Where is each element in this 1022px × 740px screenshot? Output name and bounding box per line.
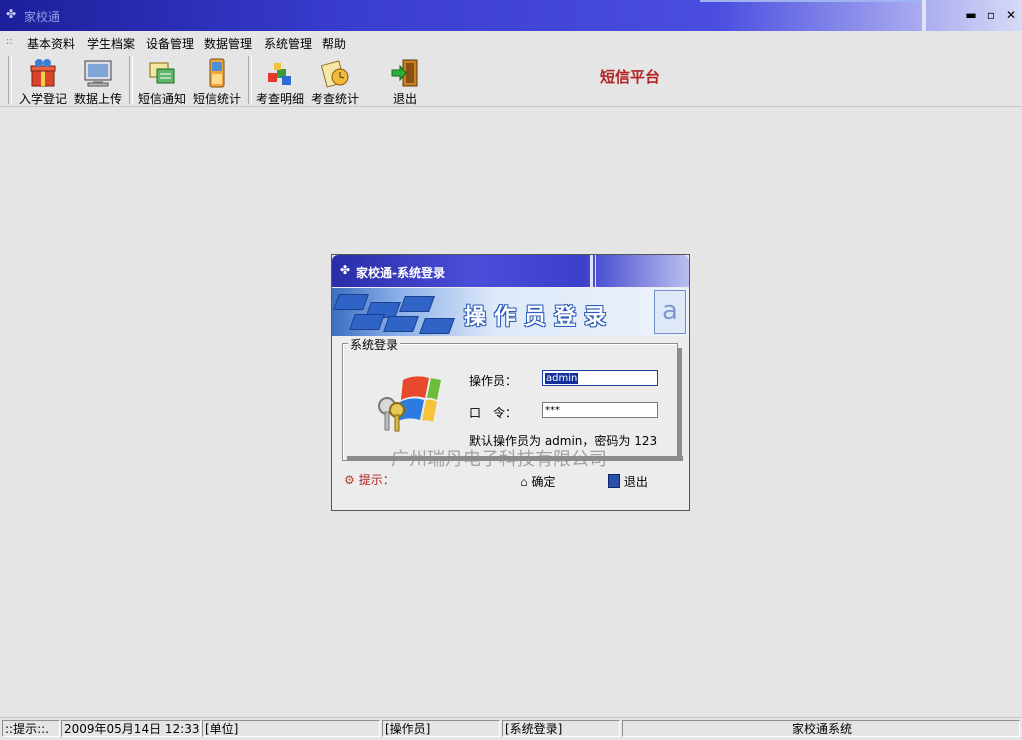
monitor-upload-icon <box>84 60 112 87</box>
menu-item-data-management[interactable]: 数据管理 <box>204 35 252 52</box>
exit-label: 退出 <box>623 475 648 489</box>
keyboard-key <box>349 314 385 330</box>
document-icon: a <box>654 290 686 334</box>
keyboard-key <box>399 296 435 312</box>
status-bar: ::提示::. 2009年05月14日 12:33:12 [单位] [操作员] … <box>0 717 1022 740</box>
check-stats-label: 考查统计 <box>310 92 359 106</box>
dialog-title-divider <box>595 255 596 287</box>
system-login-group: 系统登录 广州瑞丹电子科技有限公司 操作员： admin 口 令： *** 默认… <box>342 336 683 470</box>
menu-item-student-records[interactable]: 学生档案 <box>87 35 135 52</box>
password-input[interactable]: *** <box>542 402 658 418</box>
group-shadow <box>677 348 682 461</box>
data-upload-label: 数据上传 <box>73 92 122 106</box>
close-icon[interactable]: ✕ <box>1003 7 1019 23</box>
titlebar-divider <box>922 0 926 31</box>
message-notify-icon <box>149 62 175 84</box>
keyboard-key <box>419 318 455 334</box>
menu-item-device-management[interactable]: 设备管理 <box>146 35 194 52</box>
banner-heading: 操作员登录 <box>464 305 615 330</box>
check-detail-label: 考查明细 <box>255 92 304 106</box>
menu-item-system-management[interactable]: 系统管理 <box>264 35 312 52</box>
titlebar-accent-line <box>700 0 924 2</box>
ok-button[interactable]: ⌂ 确定 <box>520 473 555 490</box>
status-hint: ::提示::. <box>2 720 60 737</box>
data-upload-button[interactable]: 数据上传 <box>69 55 127 106</box>
password-input-value: *** <box>545 405 560 416</box>
sms-stats-button[interactable]: 短信统计 <box>188 55 246 106</box>
dialog-titlebar: ✤ 家校通-系统登录 <box>332 255 689 287</box>
toolbar-separator <box>8 56 12 104</box>
status-system: 家校通系统 <box>622 720 1020 737</box>
sms-stats-label: 短信统计 <box>192 92 241 106</box>
window-titlebar: ✤ 家校通 ▬ ▫ ✕ <box>0 0 1022 31</box>
exit-button[interactable]: 退出 <box>608 473 648 490</box>
dialog-title: 家校通-系统登录 <box>356 266 445 280</box>
menu-item-help[interactable]: 帮助 <box>322 35 346 52</box>
sms-notify-label: 短信通知 <box>137 92 186 106</box>
enrollment-button[interactable]: 入学登记 <box>14 55 72 106</box>
tip-area: ⚙ 提示： <box>344 471 395 488</box>
menu-bar: :: 基本资料 学生档案 设备管理 数据管理 系统管理 帮助 <box>0 32 1022 52</box>
status-datetime: 2009年05月14日 12:33:12 <box>61 720 201 737</box>
toolbar: 入学登记 数据上传 短信通知 短信统计 考查明细 考查统计 退出 <box>0 53 1022 107</box>
gear-icon: ⚙ <box>344 473 355 487</box>
enrollment-label: 入学登记 <box>18 92 67 106</box>
clock-stats-icon <box>320 60 349 88</box>
dialog-app-icon: ✤ <box>340 263 351 277</box>
login-dialog: ✤ 家校通-系统登录 操作员登录 a 系统登录 广州瑞丹电子科技有限公司 操作员… <box>331 254 690 511</box>
blocks-icon <box>268 63 291 85</box>
check-detail-button[interactable]: 考查明细 <box>251 55 309 106</box>
login-banner: 操作员登录 a <box>332 288 689 336</box>
home-icon: ⌂ <box>520 475 528 489</box>
window-title: 家校通 <box>24 10 61 24</box>
default-credentials-note: 默认操作员为 admin，密码为 123 <box>469 434 658 448</box>
menu-item-basic-info[interactable]: 基本资料 <box>27 35 75 52</box>
status-unit: [单位] <box>202 720 380 737</box>
operator-input-value: admin <box>545 373 579 384</box>
check-stats-button[interactable]: 考查统计 <box>306 55 364 106</box>
group-legend: 系统登录 <box>348 336 401 353</box>
operator-input[interactable]: admin <box>542 370 658 386</box>
exit-door-icon <box>608 474 620 488</box>
maximize-icon[interactable]: ▫ <box>983 7 999 23</box>
exit-toolbar-button[interactable]: 退出 <box>376 55 434 106</box>
tip-label: 提示： <box>358 473 395 487</box>
minimize-icon[interactable]: ▬ <box>963 7 979 23</box>
sms-notify-button[interactable]: 短信通知 <box>133 55 191 106</box>
dialog-title-divider <box>590 255 593 287</box>
keyboard-key <box>383 316 419 332</box>
password-label: 口 令： <box>469 406 518 420</box>
status-operator: [操作员] <box>382 720 500 737</box>
keyboard-key <box>333 294 369 310</box>
windows-keys-logo-icon <box>378 376 441 432</box>
mobile-phone-icon <box>209 58 225 88</box>
operator-label: 操作员： <box>469 374 518 388</box>
menu-grip: :: <box>6 36 13 47</box>
sms-platform-label[interactable]: 短信平台 <box>600 66 660 87</box>
ok-label: 确定 <box>531 475 556 489</box>
exit-door-icon <box>391 59 418 87</box>
status-module: [系统登录] <box>502 720 620 737</box>
gift-box-icon <box>30 59 56 87</box>
app-butterfly-icon: ✤ <box>6 7 17 21</box>
exit-toolbar-label: 退出 <box>392 92 417 106</box>
